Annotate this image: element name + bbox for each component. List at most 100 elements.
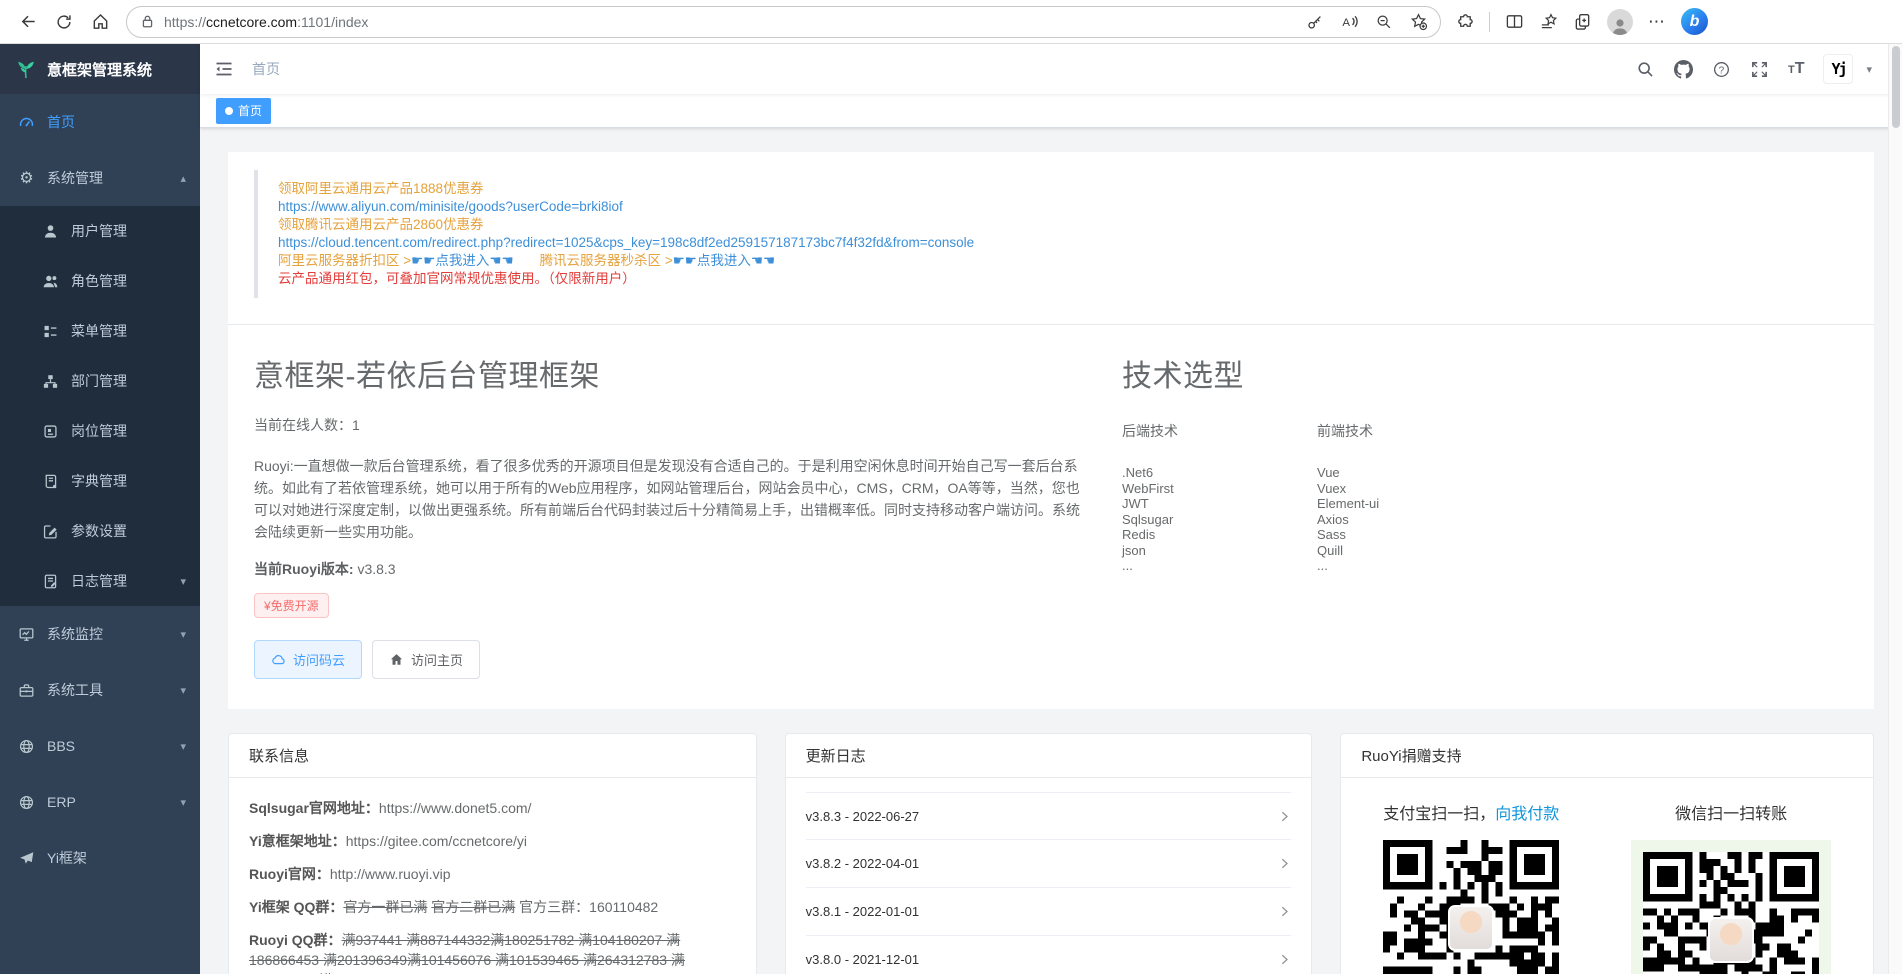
tab-actions-icon[interactable] — [1573, 12, 1592, 31]
notice-line-promo: 阿里云服务器折扣区 >☛☛点我进入☚☚腾讯云服务器秒杀区 >☛☛点我进入☚☚ — [278, 252, 1828, 270]
notice-line-tencent-coupon: 领取腾讯云通用云产品2860优惠券 — [278, 216, 1828, 234]
sidebar-item-dicts[interactable]: 字典管理 — [0, 456, 200, 506]
sidebar-item-roles[interactable]: 角色管理 — [0, 256, 200, 306]
changelog-item[interactable]: v3.8.2 - 2022-04-01 — [806, 840, 1292, 888]
contact-card: 联系信息 Sqlsugar官网地址：https://www.donet5.com… — [228, 733, 757, 974]
browser-refresh-button[interactable] — [46, 5, 82, 39]
yi-gitee-url[interactable]: https://gitee.com/ccnetcore/yi — [346, 833, 527, 849]
breadcrumb[interactable]: 首页 — [252, 59, 280, 79]
chevron-right-icon — [1278, 905, 1291, 918]
page-scrollbar[interactable] — [1888, 44, 1902, 974]
tag-home[interactable]: 首页 — [216, 98, 271, 124]
sidebar-item-posts[interactable]: 岗位管理 — [0, 406, 200, 456]
pay-me-link[interactable]: 向我付款 — [1495, 806, 1559, 823]
intro-title: 意框架-若依后台管理框架 — [254, 351, 1080, 395]
chevron-right-icon — [1278, 953, 1291, 966]
user-avatar[interactable]: Yj — [1823, 54, 1853, 84]
font-size-icon[interactable]: TT — [1788, 60, 1805, 78]
changelog-item[interactable]: v3.8.0 - 2021-12-01 — [806, 936, 1292, 974]
sidebar-item-label: 用户管理 — [71, 221, 127, 241]
sqlsugar-url[interactable]: https://www.donet5.com/ — [379, 800, 532, 816]
svg-text:A: A — [1342, 17, 1350, 29]
ruoyi-url[interactable]: http://www.ruoyi.vip — [330, 866, 451, 882]
promo-tencent-enter-link[interactable]: ☛☛点我进入☚☚ — [673, 253, 775, 268]
sidebar-item-erp[interactable]: ERP ▾ — [0, 774, 200, 830]
scrollbar-thumb[interactable] — [1892, 46, 1900, 128]
notice-link-aliyun[interactable]: https://www.aliyun.com/minisite/goods?us… — [278, 198, 1828, 216]
github-icon[interactable] — [1674, 60, 1693, 79]
password-key-icon[interactable] — [1306, 13, 1324, 31]
contact-row-yi-qq: Yi框架 QQ群：官方一群已满 官方二群已满 官方三群：160110482 — [249, 897, 736, 917]
tech-section: 技术选型 后端技术 前端技术 .Net6WebFirstJWTSqlsugarR… — [1122, 351, 1512, 679]
sidebar-collapse-icon[interactable] — [214, 59, 234, 79]
sidebar-item-label: 日志管理 — [71, 571, 127, 591]
alipay-qr-section: 支付宝扫一扫，向我付款 — [1383, 800, 1559, 974]
tree-table-icon — [42, 323, 59, 340]
browser-profile-avatar[interactable] — [1607, 9, 1633, 35]
chevron-right-icon — [1278, 857, 1291, 870]
help-question-icon[interactable]: ? — [1712, 60, 1731, 79]
chevron-down-icon: ▾ — [180, 740, 186, 753]
contact-row-sqlsugar: Sqlsugar官网地址：https://www.donet5.com/ — [249, 798, 736, 818]
browser-home-button[interactable] — [82, 5, 118, 39]
app-title: 意框架管理系统 — [47, 59, 152, 80]
sidebar-item-tools[interactable]: 系统工具 ▾ — [0, 662, 200, 718]
intro-paragraph: Ruoyi:一直想做一款后台管理系统，看了很多优秀的开源项目但是发现没有合适自己… — [254, 455, 1080, 543]
changelog-item[interactable]: v3.8.1 - 2022-01-01 — [806, 888, 1292, 936]
sidebar-item-system[interactable]: ⚙ 系统管理 ▴ — [0, 150, 200, 206]
sidebar-item-depts[interactable]: 部门管理 — [0, 356, 200, 406]
notice-link-tencent[interactable]: https://cloud.tencent.com/redirect.php?r… — [278, 234, 1828, 252]
bing-copilot-icon[interactable]: b — [1681, 8, 1708, 35]
fullscreen-icon[interactable] — [1750, 60, 1769, 79]
sidebar-item-label: 角色管理 — [71, 271, 127, 291]
sidebar-item-home[interactable]: 首页 — [0, 94, 200, 150]
app-logo[interactable]: 意框架管理系统 — [0, 44, 200, 94]
changelog-item[interactable]: v3.8.3 - 2022-06-27 — [806, 792, 1292, 840]
address-bar[interactable]: https://ccnetcore.com:1101/index A — [126, 6, 1441, 38]
qr-baby-photo — [1448, 905, 1494, 951]
home-icon — [91, 12, 110, 31]
leaf-logo-icon — [14, 57, 38, 81]
sidebar-item-users[interactable]: 用户管理 — [0, 206, 200, 256]
sidebar-item-bbs[interactable]: BBS ▾ — [0, 718, 200, 774]
sidebar-item-label: ERP — [47, 794, 76, 810]
collections-icon[interactable] — [1539, 12, 1558, 31]
sidebar-item-menus[interactable]: 菜单管理 — [0, 306, 200, 356]
globe-icon — [18, 738, 35, 755]
visit-gitee-button[interactable]: 访问码云 — [254, 640, 362, 679]
back-arrow-icon — [19, 12, 38, 31]
sidebar-item-label: 首页 — [47, 112, 75, 132]
sidebar-item-params[interactable]: 参数设置 — [0, 506, 200, 556]
browser-chrome: https://ccnetcore.com:1101/index A ⋯ b — [0, 0, 1902, 44]
contact-row-ruoyi: Ruoyi官网：http://www.ruoyi.vip — [249, 864, 736, 884]
sidebar-item-logs[interactable]: 日志管理 ▾ — [0, 556, 200, 606]
promo-aliyun-enter-link[interactable]: ☛☛点我进入☚☚ — [411, 253, 513, 268]
sidebar-item-label: Yi框架 — [47, 848, 87, 868]
sidebar-item-label: 系统监控 — [47, 624, 103, 644]
search-icon[interactable] — [1636, 60, 1655, 79]
notice-block: 领取阿里云通用云产品1888优惠券 https://www.aliyun.com… — [254, 170, 1848, 298]
visit-homepage-button[interactable]: 访问主页 — [372, 640, 480, 679]
promo-aliyun-label: 阿里云服务器折扣区 > — [278, 253, 411, 268]
sidebar-item-monitor[interactable]: 系统监控 ▾ — [0, 606, 200, 662]
cloud-icon — [271, 652, 286, 667]
sidebar-item-yi[interactable]: Yi框架 — [0, 830, 200, 886]
split-screen-icon[interactable] — [1505, 12, 1524, 31]
sidebar-item-label: 部门管理 — [71, 371, 127, 391]
chevron-down-icon: ▾ — [180, 684, 186, 697]
browser-essentials-icon[interactable] — [1455, 12, 1474, 31]
globe-icon — [18, 794, 35, 811]
chevron-up-icon: ▴ — [180, 172, 186, 185]
favorite-star-add-icon[interactable] — [1409, 12, 1428, 31]
sidebar-item-label: 系统管理 — [47, 168, 103, 188]
browser-back-button[interactable] — [10, 5, 46, 39]
read-aloud-icon[interactable]: A — [1340, 12, 1359, 31]
toolbar-divider — [1489, 12, 1490, 32]
dashboard-icon — [18, 114, 35, 131]
version-line: 当前Ruoyi版本: v3.8.3 — [254, 559, 1080, 579]
chevron-down-icon[interactable]: ▾ — [1866, 63, 1872, 76]
zoom-out-icon[interactable] — [1375, 13, 1393, 31]
backend-list: .Net6WebFirstJWTSqlsugarRedisjson... — [1122, 465, 1317, 574]
browser-settings-menu[interactable]: ⋯ — [1648, 12, 1666, 32]
wechat-qr-section: 微信扫一扫转账 — [1631, 800, 1831, 974]
